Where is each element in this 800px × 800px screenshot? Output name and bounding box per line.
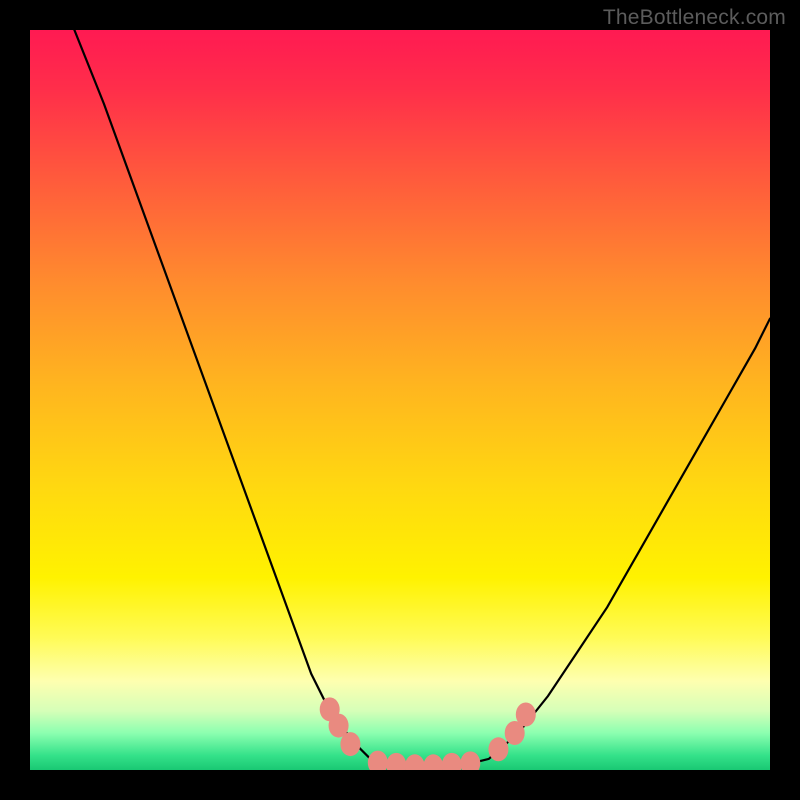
marker-floor-4 <box>423 754 443 770</box>
marker-floor-6 <box>460 751 480 770</box>
marker-left-lower <box>340 732 360 756</box>
bottleneck-curve <box>74 30 770 767</box>
marker-floor-5 <box>442 753 462 770</box>
marker-right-upper-2 <box>516 703 536 727</box>
marker-floor-2 <box>386 753 406 770</box>
chart-frame: TheBottleneck.com <box>0 0 800 800</box>
watermark-text: TheBottleneck.com <box>603 6 786 30</box>
curve-layer <box>30 30 770 770</box>
marker-right-lower <box>488 737 508 761</box>
marker-floor-3 <box>405 754 425 770</box>
marker-floor-1 <box>368 751 388 770</box>
plot-area <box>30 30 770 770</box>
